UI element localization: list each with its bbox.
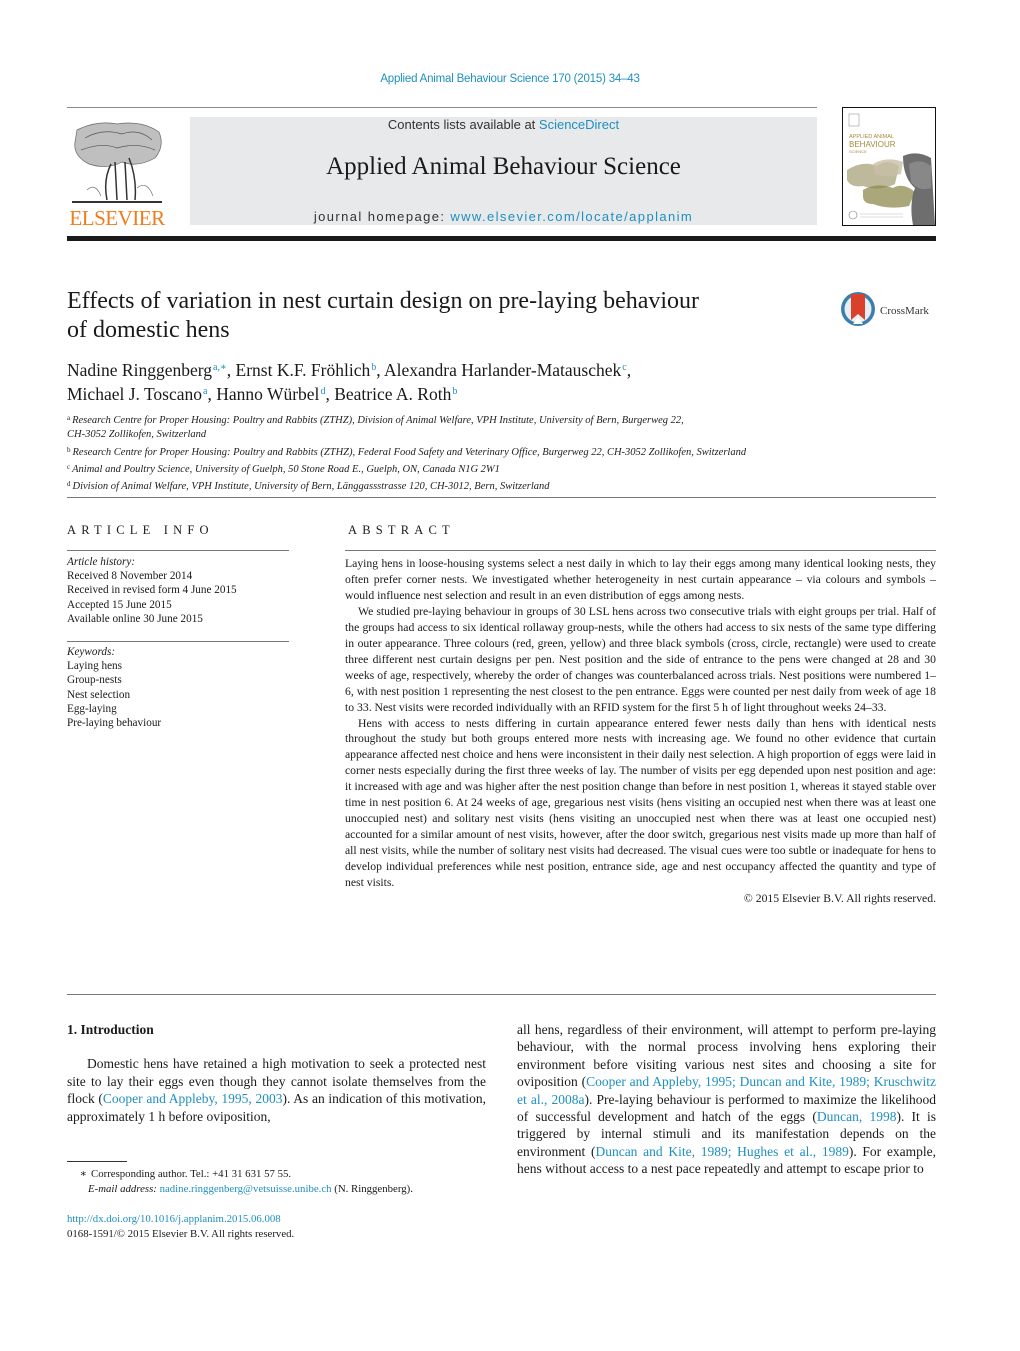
article-history: Article history: Received 8 November 201…: [67, 555, 297, 626]
keywords: Keywords: Laying hens Group-nests Nest s…: [67, 645, 297, 730]
history-item: Received 8 November 2014: [67, 570, 193, 583]
email-link[interactable]: nadine.ringgenberg@vetsuisse.unibe.ch: [160, 1183, 332, 1195]
journal-cover-image-icon: APPLIED ANIMAL BEHAVIOUR SCIENCE: [847, 113, 935, 225]
article-title-line2: of domestic hens: [67, 317, 230, 343]
author-name[interactable]: Ernst K.F. Fröhlich: [236, 360, 371, 380]
author-name[interactable]: Alexandra Harlander-Matauschek: [384, 360, 621, 380]
abstract-body: Laying hens in loose-housing systems sel…: [345, 556, 936, 907]
author-name[interactable]: Beatrice A. Roth: [334, 384, 451, 404]
section-heading-introduction: 1. Introduction: [67, 1022, 154, 1037]
author-list: Nadine Ringgenberga,∗, Ernst K.F. Fröhli…: [67, 360, 632, 404]
keyword-item: Group-nests: [67, 674, 122, 687]
keyword-item: Egg-laying: [67, 702, 117, 715]
elsevier-tree-icon: [72, 122, 162, 203]
body-paragraph: Domestic hens have retained a high motiv…: [67, 1056, 487, 1124]
affiliation-b: b Research Centre for Proper Housing: Pou…: [67, 445, 747, 458]
abstract-bottom-divider: [67, 994, 936, 995]
abstract-copyright: © 2015 Elsevier B.V. All rights reserved…: [743, 892, 936, 906]
author-affiliation-marker[interactable]: a,∗: [213, 362, 227, 373]
corresponding-author-footnote: ∗ Corresponding author. Tel.: +41 31 631 …: [67, 1167, 497, 1196]
body-column-right: all hens, regardless of their environmen…: [517, 1021, 936, 1178]
abstract-divider: [345, 550, 936, 551]
journal-cover-thumbnail[interactable]: APPLIED ANIMAL BEHAVIOUR SCIENCE: [842, 107, 936, 226]
elsevier-wordmark: ELSEVIER: [69, 206, 165, 230]
article-title: Effects of variation in nest curtain des…: [67, 287, 807, 345]
crossmark-icon: CrossMark: [841, 292, 929, 326]
history-item: Received in revised form 4 June 2015: [67, 584, 237, 597]
journal-homepage-link[interactable]: www.elsevier.com/locate/applanim: [450, 209, 693, 224]
crossmark-button[interactable]: CrossMark: [840, 290, 940, 330]
section-divider: [67, 497, 936, 498]
history-item: Available online 30 June 2015: [67, 612, 203, 625]
article-title-line1: Effects of variation in nest curtain des…: [67, 288, 700, 314]
affiliation-a: a Research Centre for Proper Housing: Pou…: [67, 414, 684, 426]
article-info-divider: [67, 550, 289, 551]
abstract-heading: ABSTRACT: [348, 523, 455, 537]
author-name[interactable]: Nadine Ringgenberg: [67, 360, 212, 380]
sciencedirect-link[interactable]: ScienceDirect: [539, 117, 619, 132]
keyword-item: Pre-laying behaviour: [67, 717, 162, 730]
contents-availability: Contents lists available at ScienceDirec…: [387, 117, 620, 132]
header-divider: [67, 107, 817, 108]
author-affiliation-marker[interactable]: b: [452, 386, 457, 397]
cover-title-line2: BEHAVIOUR: [849, 140, 896, 149]
citation-link[interactable]: Duncan and Kite, 1989; Hughes et al., 19…: [595, 1144, 848, 1159]
citation-link[interactable]: Cooper and Appleby, 1995, 2003: [103, 1091, 283, 1106]
body-paragraph: all hens, regardless of their environmen…: [517, 1022, 937, 1177]
keyword-item: Nest selection: [67, 688, 131, 701]
header-thick-divider: [67, 236, 936, 241]
abstract-paragraph: Laying hens in loose-housing systems sel…: [345, 557, 936, 602]
article-info-heading: ARTICLE INFO: [67, 523, 214, 537]
crossmark-label: CrossMark: [880, 305, 929, 317]
citation-link[interactable]: Duncan, 1998: [817, 1109, 897, 1124]
doi-block: http://dx.doi.org/10.1016/j.applanim.201…: [67, 1212, 497, 1241]
abstract-paragraph: We studied pre-laying behaviour in group…: [345, 604, 936, 714]
footnote-marker: ∗: [79, 1168, 87, 1180]
doi-link[interactable]: http://dx.doi.org/10.1016/j.applanim.201…: [67, 1212, 497, 1227]
author-name[interactable]: Michael J. Toscano: [67, 384, 202, 404]
affiliation-c: c Animal and Poultry Science, University …: [67, 462, 500, 475]
affiliations: a Research Centre for Proper Housing: Pou…: [67, 411, 937, 494]
article-history-label: Article history:: [67, 556, 136, 568]
keyword-item: Laying hens: [67, 660, 122, 673]
history-item: Accepted 15 June 2015: [67, 598, 172, 611]
journal-title: Applied Animal Behaviour Science: [326, 153, 681, 180]
keywords-divider: [67, 641, 289, 642]
elsevier-logo[interactable]: ELSEVIER: [67, 118, 167, 230]
issn-copyright: 0168-1591/© 2015 Elsevier B.V. All right…: [67, 1227, 295, 1240]
affiliation-a-cont: CH-3052 Zollikofen, Switzerland: [67, 429, 207, 441]
body-column-left: 1. Introduction Domestic hens have retai…: [67, 1021, 486, 1125]
cover-title-line3: SCIENCE: [849, 149, 867, 154]
keywords-label: Keywords:: [67, 646, 116, 658]
abstract-paragraph: Hens with access to nests differing in c…: [345, 716, 936, 890]
journal-homepage: journal homepage: www.elsevier.com/locat…: [313, 209, 694, 224]
journal-banner: Contents lists available at ScienceDirec…: [190, 117, 817, 225]
journal-reference[interactable]: Applied Animal Behaviour Science 170 (20…: [0, 73, 1020, 85]
author-name[interactable]: Hanno Würbel: [216, 384, 319, 404]
footnote-divider: [67, 1161, 127, 1162]
affiliation-d: d Division of Animal Welfare, VPH Institu…: [67, 480, 550, 493]
